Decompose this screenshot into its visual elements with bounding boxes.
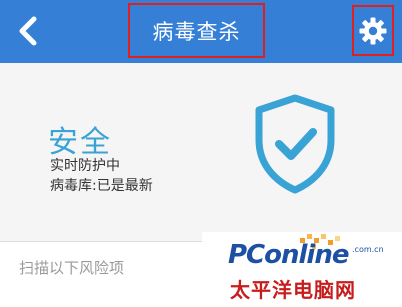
chevron-left-icon [19, 16, 37, 46]
back-button[interactable] [12, 14, 44, 48]
pconline-watermark: PConline .com.cn 太平洋电脑网 [202, 232, 402, 307]
watermark-domain: .com.cn [352, 245, 384, 254]
page-title: 病毒查杀 [128, 3, 265, 58]
shield-check-icon [255, 94, 335, 194]
gear-icon [359, 17, 387, 44]
watermark-brand: PConline [228, 240, 349, 270]
virus-db-status-text: 病毒库:已是最新 [50, 178, 153, 194]
watermark-chinese-name: 太平洋电脑网 [230, 278, 356, 302]
top-bar: 病毒查杀 [0, 0, 402, 63]
status-panel: 安全 实时防护中 病毒库:已是最新 [0, 63, 402, 241]
realtime-protection-text: 实时防护中 [50, 158, 120, 174]
scan-risk-label: 扫描以下风险项 [19, 259, 125, 277]
virus-scan-screen: 病毒查杀 安全 实时防护中 病毒库:已是最新 扫描以下风险项 PConline … [0, 0, 402, 307]
settings-button[interactable] [352, 5, 394, 56]
